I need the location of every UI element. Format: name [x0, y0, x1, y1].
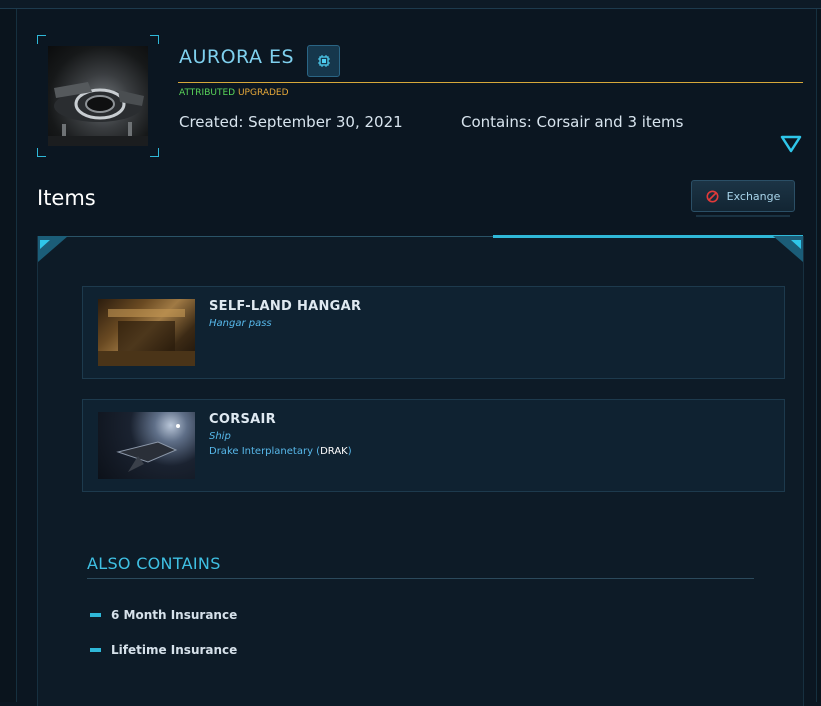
- chip-button[interactable]: [307, 45, 340, 77]
- item-type: Ship: [209, 431, 231, 442]
- panel-accent-bar: [493, 235, 803, 238]
- item-title: SELF-LAND HANGAR: [209, 299, 362, 314]
- attributed-badge: ATTRIBUTED: [179, 88, 236, 98]
- item-manufacturer: Drake Interplanetary (DRAK): [209, 446, 352, 457]
- corsair-image: [98, 412, 195, 479]
- ship-image: [48, 82, 148, 146]
- item-title: CORSAIR: [209, 412, 276, 427]
- title-divider: [178, 82, 803, 83]
- list-item: Lifetime Insurance: [90, 643, 237, 657]
- items-heading: Items: [37, 186, 96, 210]
- created-date: Created: September 30, 2021: [179, 113, 403, 131]
- package-thumbnail: [48, 46, 148, 146]
- items-panel: SELF-LAND HANGAR Hangar pass CORSAIR Shi…: [37, 235, 804, 706]
- top-border: [0, 0, 821, 9]
- item-card-corsair[interactable]: CORSAIR Ship Drake Interplanetary (DRAK): [82, 399, 785, 492]
- bullet-icon: [90, 613, 101, 617]
- also-contains-heading: ALSO CONTAINS: [87, 554, 221, 573]
- no-entry-icon: [706, 190, 719, 202]
- contains-summary: Contains: Corsair and 3 items: [461, 113, 684, 131]
- package-thumbnail-frame[interactable]: [37, 35, 159, 157]
- exchange-label: Exchange: [726, 189, 781, 203]
- chip-icon: [317, 55, 330, 67]
- exchange-button[interactable]: Exchange: [691, 180, 795, 217]
- item-card-hangar[interactable]: SELF-LAND HANGAR Hangar pass: [82, 286, 785, 379]
- chevron-down-icon: [780, 135, 802, 153]
- upgraded-badge: UPGRADED: [237, 88, 289, 98]
- item-type: Hangar pass: [209, 318, 272, 329]
- list-item: 6 Month Insurance: [90, 608, 237, 622]
- package-title: AURORA ES: [179, 46, 295, 68]
- bullet-icon: [90, 648, 101, 652]
- corner-right-icon: [773, 236, 803, 262]
- right-edge-panel: [816, 9, 821, 702]
- manufacturer-code: DRAK: [320, 446, 348, 457]
- left-edge-panel: [0, 9, 17, 702]
- hangar-image: [98, 299, 195, 366]
- also-contains-divider: [87, 578, 754, 579]
- status-badges: ATTRIBUTED UPGRADED: [179, 88, 289, 98]
- expand-toggle[interactable]: [780, 135, 802, 157]
- corner-left-icon: [38, 236, 68, 262]
